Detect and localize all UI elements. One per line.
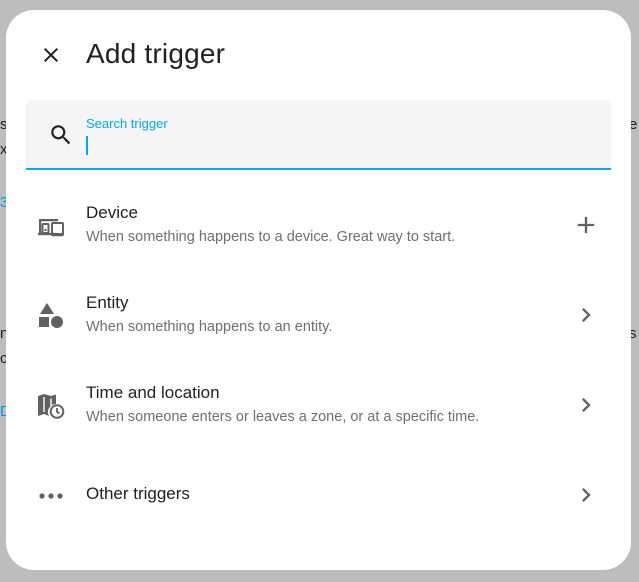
list-item-time-and-location[interactable]: Time and location When someone enters or… [6, 360, 631, 450]
list-item-entity[interactable]: Entity When something happens to an enti… [6, 270, 631, 360]
list-item-description: When something happens to a device. Grea… [86, 229, 456, 245]
list-item-title: Time and location [86, 383, 220, 402]
list-item-description: When someone enters or leaves a zone, or… [86, 409, 480, 425]
dialog-header: Add trigger [6, 10, 631, 100]
close-button[interactable] [31, 35, 71, 75]
dots-horizontal-icon [39, 493, 63, 499]
list-item-title: Other triggers [86, 484, 190, 503]
list-item-title: Device [86, 203, 138, 222]
list-item-device[interactable]: Device When something happens to a devic… [6, 180, 631, 270]
devices-icon [38, 219, 64, 237]
search-input[interactable] [86, 134, 586, 156]
close-icon [44, 48, 58, 62]
shapes-icon [39, 303, 63, 328]
plus-icon[interactable] [572, 211, 600, 239]
map-clock-icon [38, 394, 65, 419]
text-caret [86, 136, 88, 155]
chevron-right-icon [582, 308, 591, 322]
list-item-title: Entity [86, 293, 129, 312]
list-item-description: When something happens to an entity. [86, 319, 333, 335]
list-item-other-triggers[interactable]: Other triggers [6, 450, 631, 540]
dialog-title: Add trigger [86, 38, 226, 69]
chevron-right-icon [582, 398, 591, 412]
search-label: Search trigger [86, 116, 168, 131]
search-field[interactable]: Search trigger [26, 100, 611, 170]
add-trigger-dialog: Add trigger Search trigger Device When s… [6, 10, 631, 570]
chevron-right-icon [582, 488, 591, 502]
search-icon [51, 125, 71, 145]
